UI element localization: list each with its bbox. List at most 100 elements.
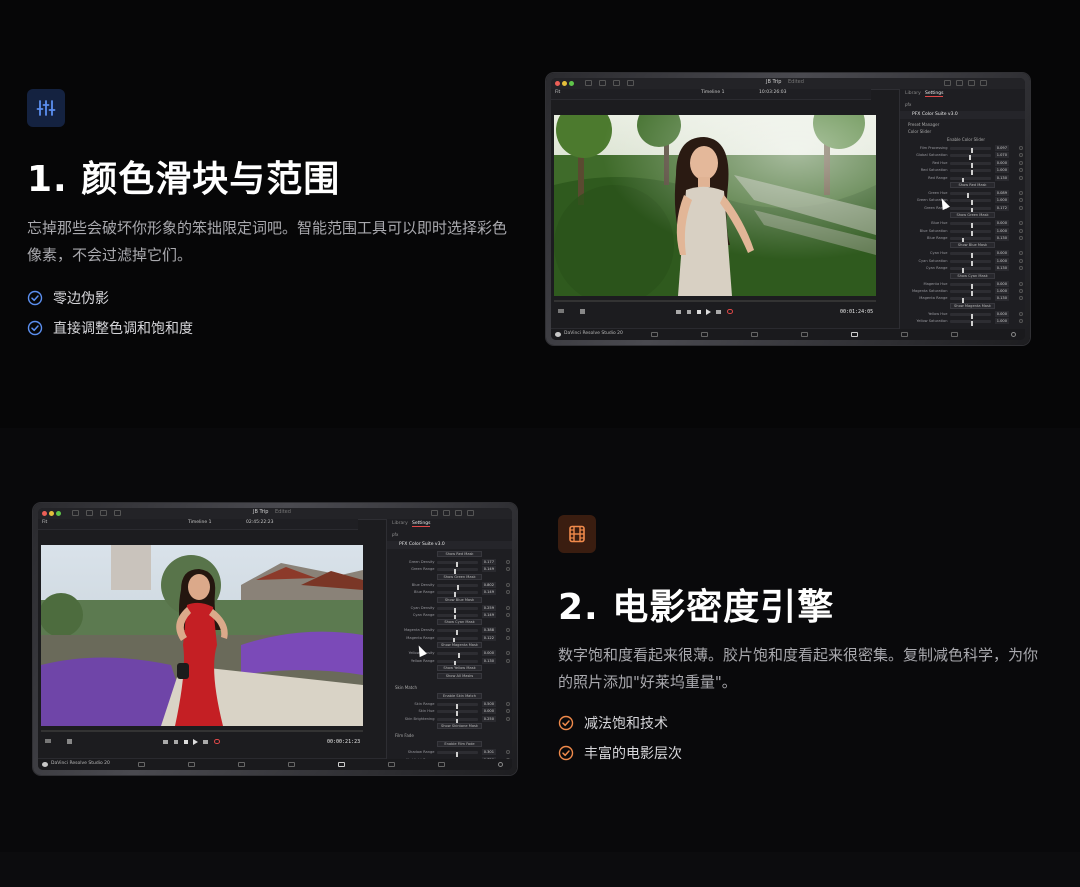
show-mask-button[interactable]: Show Cyan Mask xyxy=(437,619,482,626)
timeline-selector[interactable]: Timeline 1 xyxy=(188,520,211,525)
color-page-icon[interactable] xyxy=(851,332,858,337)
reset-icon[interactable] xyxy=(1019,289,1023,293)
parameter-slider[interactable] xyxy=(950,161,992,168)
cut-page-icon[interactable] xyxy=(701,332,708,337)
maximize-window-button[interactable] xyxy=(56,511,61,516)
color-page-icon[interactable] xyxy=(338,762,345,767)
zoom-level[interactable]: Fit xyxy=(555,90,560,95)
reset-icon[interactable] xyxy=(1019,311,1023,316)
parameter-value-field[interactable]: 1.000 xyxy=(995,167,1009,174)
preset-manager-header[interactable]: Preset Manager xyxy=(908,122,939,127)
parameter-value-field[interactable]: 0.500 xyxy=(482,701,496,707)
fusion-page-icon[interactable] xyxy=(288,762,295,767)
reset-icon[interactable] xyxy=(1019,228,1023,233)
parameter-value-field[interactable]: 0.130 xyxy=(995,295,1009,302)
settings-gear-icon[interactable] xyxy=(1011,332,1016,337)
show-mask-button[interactable]: Enable Skin Match xyxy=(437,693,482,699)
show-mask-button[interactable]: Show Blue Mask xyxy=(437,596,482,603)
sound-library-icon[interactable] xyxy=(627,80,634,86)
reset-icon[interactable] xyxy=(506,560,510,564)
parameter-slider[interactable] xyxy=(437,703,479,709)
edit-page-icon[interactable] xyxy=(238,762,245,767)
parameter-slider[interactable] xyxy=(437,652,479,659)
skip-forward-button[interactable] xyxy=(716,310,721,314)
reset-icon[interactable] xyxy=(1019,198,1023,203)
tab-library[interactable]: Library xyxy=(392,521,408,526)
parameter-slider[interactable] xyxy=(437,710,479,717)
edit-index-icon[interactable] xyxy=(613,80,620,86)
tab-library[interactable]: Library xyxy=(905,91,921,96)
fairlight-page-icon[interactable] xyxy=(901,332,908,337)
volume-icon[interactable] xyxy=(67,739,72,744)
parameter-value-field[interactable]: 0.301 xyxy=(482,749,496,756)
parameter-slider[interactable] xyxy=(950,147,992,153)
parameter-slider[interactable] xyxy=(950,290,992,296)
media-pool-icon[interactable] xyxy=(585,80,592,86)
show-mask-button[interactable]: Show Red Mask xyxy=(437,551,482,557)
parameter-value-field[interactable]: 0.000 xyxy=(995,159,1009,166)
parameter-value-field[interactable]: 0.802 xyxy=(482,581,496,588)
parameter-slider[interactable] xyxy=(437,614,479,620)
parameter-slider[interactable] xyxy=(950,259,992,266)
video-viewer[interactable] xyxy=(41,545,363,726)
parameter-slider[interactable] xyxy=(950,297,992,304)
parameter-slider[interactable] xyxy=(437,568,479,575)
video-viewer[interactable] xyxy=(554,115,876,296)
reset-icon[interactable] xyxy=(506,750,510,755)
reset-icon[interactable] xyxy=(506,613,510,617)
show-mask-button[interactable]: Show Green Mask xyxy=(437,573,482,580)
parameter-slider[interactable] xyxy=(950,252,992,259)
show-mask-button[interactable]: Show Green Mask xyxy=(950,212,995,219)
reset-icon[interactable] xyxy=(506,757,510,759)
parameter-slider[interactable] xyxy=(437,659,479,666)
play-button[interactable] xyxy=(193,739,198,745)
mixer-icon[interactable] xyxy=(431,510,438,516)
show-mask-button[interactable]: Show Magenta Mask xyxy=(950,302,995,309)
reset-icon[interactable] xyxy=(506,635,510,640)
parameter-value-field[interactable]: 0.250 xyxy=(482,715,496,722)
reset-icon[interactable] xyxy=(1019,146,1023,150)
parameter-value-field[interactable]: 0.177 xyxy=(482,559,496,565)
reset-icon[interactable] xyxy=(506,582,510,587)
skip-forward-button[interactable] xyxy=(203,740,208,744)
tab-settings[interactable]: Settings xyxy=(925,91,944,97)
reset-icon[interactable] xyxy=(1019,191,1023,195)
reset-icon[interactable] xyxy=(506,702,510,706)
parameter-slider[interactable] xyxy=(437,591,479,598)
cut-page-icon[interactable] xyxy=(188,762,195,767)
stop-button[interactable] xyxy=(697,310,701,314)
parameter-value-field[interactable]: 0.000 xyxy=(995,280,1009,287)
enable-checkbox[interactable]: Enable Color Slider xyxy=(947,137,985,142)
parameter-value-field[interactable]: 0.149 xyxy=(482,589,496,596)
edit-tool-icon[interactable] xyxy=(45,739,51,743)
parameter-value-field[interactable]: 1.000 xyxy=(995,197,1009,204)
parameter-slider[interactable] xyxy=(950,267,992,274)
loop-icon[interactable] xyxy=(727,309,733,314)
reset-icon[interactable] xyxy=(1019,160,1023,165)
reset-icon[interactable] xyxy=(1019,168,1023,173)
parameter-slider[interactable] xyxy=(950,192,992,198)
reset-icon[interactable] xyxy=(1019,281,1023,286)
close-window-button[interactable] xyxy=(42,511,47,516)
show-mask-button[interactable]: Show Magenta Mask xyxy=(437,642,482,649)
deliver-page-icon[interactable] xyxy=(951,332,958,337)
parameter-value-field[interactable]: 0.000 xyxy=(995,250,1009,257)
parameter-slider[interactable] xyxy=(950,237,992,243)
play-button[interactable] xyxy=(706,309,711,315)
share-icon[interactable] xyxy=(467,510,474,516)
parameter-slider[interactable] xyxy=(437,717,479,724)
parameter-value-field[interactable]: 0.097 xyxy=(995,145,1009,151)
settings-gear-icon[interactable] xyxy=(498,762,503,767)
parameter-value-field[interactable]: 1.000 xyxy=(995,318,1009,325)
sound-library-icon[interactable] xyxy=(114,510,121,516)
play-reverse-button[interactable] xyxy=(174,740,178,744)
reset-icon[interactable] xyxy=(506,716,510,721)
parameter-value-field[interactable]: 0.130 xyxy=(995,265,1009,272)
reset-icon[interactable] xyxy=(506,590,510,595)
parameter-slider[interactable] xyxy=(437,561,479,567)
share-icon[interactable] xyxy=(980,80,987,86)
metadata-icon[interactable] xyxy=(956,80,963,86)
parameter-slider[interactable] xyxy=(950,176,992,183)
skip-back-button[interactable] xyxy=(163,740,168,744)
stop-button[interactable] xyxy=(184,740,188,744)
